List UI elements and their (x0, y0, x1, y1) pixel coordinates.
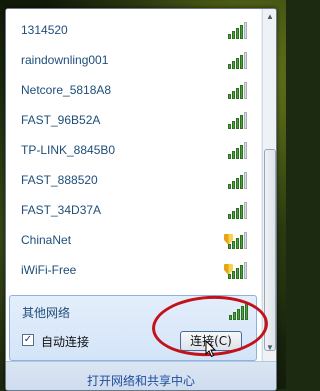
auto-connect-label: 自动连接 (41, 335, 90, 349)
auto-connect-checkbox[interactable]: ✓ (22, 334, 34, 346)
signal-strength-icon (228, 261, 248, 279)
network-list-item[interactable]: iWiFi-Free (6, 255, 258, 285)
network-list-item[interactable]: Netcore_5818A8 (6, 75, 258, 105)
network-list-item[interactable]: FAST_34D37A (6, 195, 258, 225)
signal-strength-icon (228, 111, 248, 129)
scrollbar[interactable]: ▲ ▼ (262, 9, 276, 361)
network-name: ChinaNet (21, 233, 72, 247)
signal-strength-icon (228, 231, 248, 249)
selected-network-name: 其他网络 (22, 306, 71, 320)
scroll-down-arrow-icon[interactable]: ▼ (266, 343, 274, 352)
network-list-item[interactable]: FAST_96B52A (6, 105, 258, 135)
signal-strength-icon (228, 51, 248, 69)
network-list-item[interactable]: TP-LINK_8845B0 (6, 135, 258, 165)
network-list-item[interactable]: FAST_888520 (6, 165, 258, 195)
network-list-item[interactable]: 1314520 (6, 15, 258, 45)
signal-strength-icon (228, 171, 248, 189)
signal-strength-icon (228, 141, 248, 159)
signal-strength-icon (228, 21, 248, 39)
network-name: iWiFi-Free (21, 263, 77, 277)
network-sharing-center-link[interactable]: 打开网络和共享中心 (6, 372, 276, 389)
network-name: 1314520 (21, 23, 68, 37)
signal-strength-icon (228, 201, 248, 219)
panel-footer: 打开网络和共享中心 (6, 361, 276, 390)
scroll-up-arrow-icon[interactable]: ▲ (266, 12, 274, 21)
mouse-cursor-icon (205, 340, 217, 358)
network-name: raindownling001 (21, 53, 109, 67)
network-name: FAST_96B52A (21, 113, 101, 127)
network-name: FAST_34D37A (21, 203, 102, 217)
network-name: Netcore_5818A8 (21, 83, 112, 97)
network-list-item[interactable]: raindownling001 (6, 45, 258, 75)
network-list-item[interactable]: ChinaNet (6, 225, 258, 255)
network-name: TP-LINK_8845B0 (21, 143, 116, 157)
network-name: FAST_888520 (21, 173, 98, 187)
signal-strength-icon (228, 81, 248, 99)
